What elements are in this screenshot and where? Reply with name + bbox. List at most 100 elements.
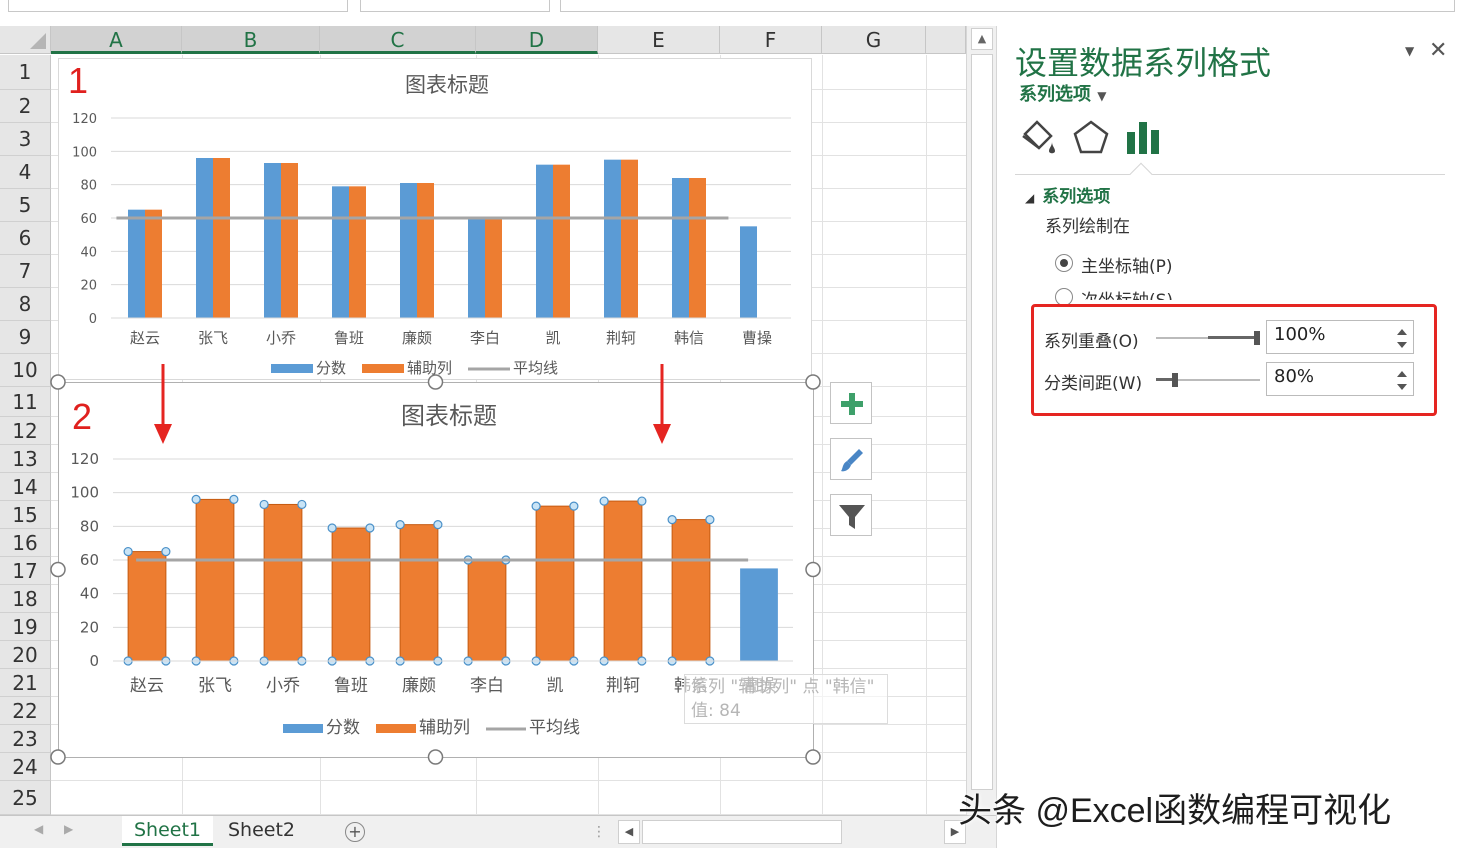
bar-辅助列-张飞 bbox=[195, 498, 235, 662]
tab-next-icon[interactable]: ▶ bbox=[64, 822, 73, 836]
bar-辅助列-凯 bbox=[535, 505, 575, 662]
row-header-24[interactable]: 24 bbox=[0, 753, 51, 781]
category-label: 张飞 bbox=[198, 329, 228, 347]
series-overlap-fill bbox=[1208, 336, 1258, 339]
section-series-options-label: 系列选项 bbox=[1042, 187, 1111, 207]
fill-bucket-icon[interactable] bbox=[1019, 118, 1059, 158]
series-overlap-thumb[interactable] bbox=[1254, 331, 1260, 345]
bar-分数-曹操 bbox=[740, 568, 778, 661]
bar-辅助列-小乔 bbox=[263, 503, 303, 662]
point-handle bbox=[705, 515, 715, 525]
gap-width-spinner[interactable]: 80% bbox=[1266, 362, 1414, 396]
y-tick-label: 20 bbox=[80, 618, 99, 636]
scroll-up-icon[interactable]: ▲ bbox=[971, 28, 993, 50]
category-label: 鲁班 bbox=[334, 676, 368, 696]
chart-filters-button[interactable] bbox=[830, 494, 872, 536]
column-header-f[interactable]: F bbox=[720, 26, 822, 54]
category-label: 凯 bbox=[547, 676, 564, 696]
gap-width-thumb[interactable] bbox=[1172, 373, 1178, 387]
row-header-16[interactable]: 16 bbox=[0, 529, 51, 557]
tab-prev-icon[interactable]: ◀ bbox=[34, 822, 43, 836]
chart-title: 图表标题 bbox=[401, 402, 497, 430]
y-tick-label: 20 bbox=[80, 279, 97, 294]
name-box[interactable] bbox=[8, 0, 348, 12]
horizontal-scrollbar[interactable]: ◀ ▶ bbox=[618, 820, 966, 844]
add-sheet-icon[interactable]: + bbox=[345, 822, 365, 842]
scroll-left-icon[interactable]: ◀ bbox=[618, 820, 640, 844]
row-header-6[interactable]: 6 bbox=[0, 222, 51, 255]
column-header-c[interactable]: C bbox=[320, 26, 476, 54]
point-handle bbox=[667, 515, 677, 525]
column-header-d[interactable]: D bbox=[476, 26, 598, 54]
row-header-8[interactable]: 8 bbox=[0, 288, 51, 321]
formula-controls[interactable] bbox=[360, 0, 550, 12]
row-header-13[interactable]: 13 bbox=[0, 445, 51, 473]
row-header-22[interactable]: 22 bbox=[0, 697, 51, 725]
point-handle bbox=[123, 546, 133, 557]
category-label: 鲁班 bbox=[334, 329, 364, 347]
hscroll-thumb[interactable] bbox=[642, 820, 842, 844]
row-header-5[interactable]: 5 bbox=[0, 189, 51, 222]
panel-title: 设置数据系列格式 bbox=[1015, 44, 1272, 82]
chart-styles-button[interactable] bbox=[830, 438, 872, 480]
splitter-icon[interactable]: ⋮ bbox=[592, 824, 606, 840]
close-icon[interactable]: ✕ bbox=[1429, 38, 1447, 63]
section-series-options[interactable]: ◢ 系列选项 bbox=[1025, 182, 1110, 207]
row-header-7[interactable]: 7 bbox=[0, 255, 51, 288]
bar-分数-鲁班 bbox=[332, 186, 349, 318]
row-header-15[interactable]: 15 bbox=[0, 501, 51, 529]
row-header-10[interactable]: 10 bbox=[0, 354, 51, 387]
vertical-scrollbar[interactable]: ▲ bbox=[966, 26, 996, 815]
row-header-17[interactable]: 17 bbox=[0, 557, 51, 585]
column-header-h[interactable] bbox=[926, 26, 966, 54]
column-header-e[interactable]: E bbox=[598, 26, 720, 54]
category-label: 张飞 bbox=[198, 676, 232, 696]
pentagon-icon[interactable] bbox=[1071, 118, 1111, 158]
primary-axis-radio[interactable] bbox=[1055, 254, 1073, 272]
legend-swatch-分数 bbox=[283, 724, 323, 733]
bar-辅助列-凯 bbox=[553, 164, 570, 318]
row-header-9[interactable]: 9 bbox=[0, 321, 51, 354]
row-header-11[interactable]: 11 bbox=[0, 387, 51, 417]
series-overlap-value[interactable]: 100% bbox=[1274, 324, 1325, 345]
column-header-a[interactable]: A bbox=[51, 26, 182, 54]
spin-up-icon[interactable] bbox=[1397, 329, 1407, 335]
row-header-20[interactable]: 20 bbox=[0, 641, 51, 669]
column-header-b[interactable]: B bbox=[182, 26, 320, 54]
spin-down-icon[interactable] bbox=[1397, 384, 1407, 390]
legend-swatch-分数 bbox=[271, 364, 313, 373]
chart-1-svg: 图表标题 0 20 40 60 80 100 120 赵云 张飞 小乔 鲁班 廉颇 李白 凯 荆轲 韩信 曹操分数… bbox=[72, 73, 791, 377]
point-handle bbox=[531, 501, 541, 511]
spin-up-icon[interactable] bbox=[1397, 371, 1407, 377]
spin-down-icon[interactable] bbox=[1397, 342, 1407, 348]
chart-elements-button[interactable] bbox=[830, 382, 872, 424]
series-options-dropdown-label: 系列选项 bbox=[1019, 84, 1091, 105]
row-header-23[interactable]: 23 bbox=[0, 725, 51, 753]
row-header-12[interactable]: 12 bbox=[0, 417, 51, 445]
row-header-1[interactable]: 1 bbox=[0, 55, 51, 90]
y-tick-label: 40 bbox=[80, 585, 99, 603]
row-header-3[interactable]: 3 bbox=[0, 123, 51, 156]
scroll-thumb[interactable] bbox=[971, 54, 993, 790]
column-header-g[interactable]: G bbox=[822, 26, 926, 54]
bar-chart-icon[interactable] bbox=[1123, 118, 1163, 158]
chart-1[interactable]: 图表标题 0 20 40 60 80 100 120 赵云 张飞 小乔 鲁班 廉颇 李白 凯 荆轲 韩信 曹操 分数… bbox=[58, 58, 812, 380]
row-header-25[interactable]: 25 bbox=[0, 781, 51, 815]
row-header-18[interactable]: 18 bbox=[0, 585, 51, 613]
row-header-2[interactable]: 2 bbox=[0, 90, 51, 123]
panel-options-icon[interactable]: ▼ bbox=[1405, 44, 1414, 58]
bar-辅助列-小乔 bbox=[281, 163, 298, 318]
tab-sheet2[interactable]: Sheet2 bbox=[216, 816, 307, 846]
gap-width-value[interactable]: 80% bbox=[1274, 366, 1314, 387]
tab-sheet1[interactable]: Sheet1 bbox=[122, 816, 214, 846]
point-handle bbox=[327, 523, 337, 533]
row-header-14[interactable]: 14 bbox=[0, 473, 51, 501]
chevron-down-icon: ▼ bbox=[1097, 89, 1107, 103]
row-header-19[interactable]: 19 bbox=[0, 613, 51, 641]
formula-input[interactable] bbox=[560, 0, 1455, 12]
select-all-corner[interactable] bbox=[0, 26, 51, 54]
row-header-21[interactable]: 21 bbox=[0, 669, 51, 697]
series-overlap-spinner[interactable]: 100% bbox=[1266, 320, 1414, 354]
series-options-dropdown[interactable]: 系列选项 ▼ bbox=[1019, 80, 1107, 106]
row-header-4[interactable]: 4 bbox=[0, 156, 51, 189]
